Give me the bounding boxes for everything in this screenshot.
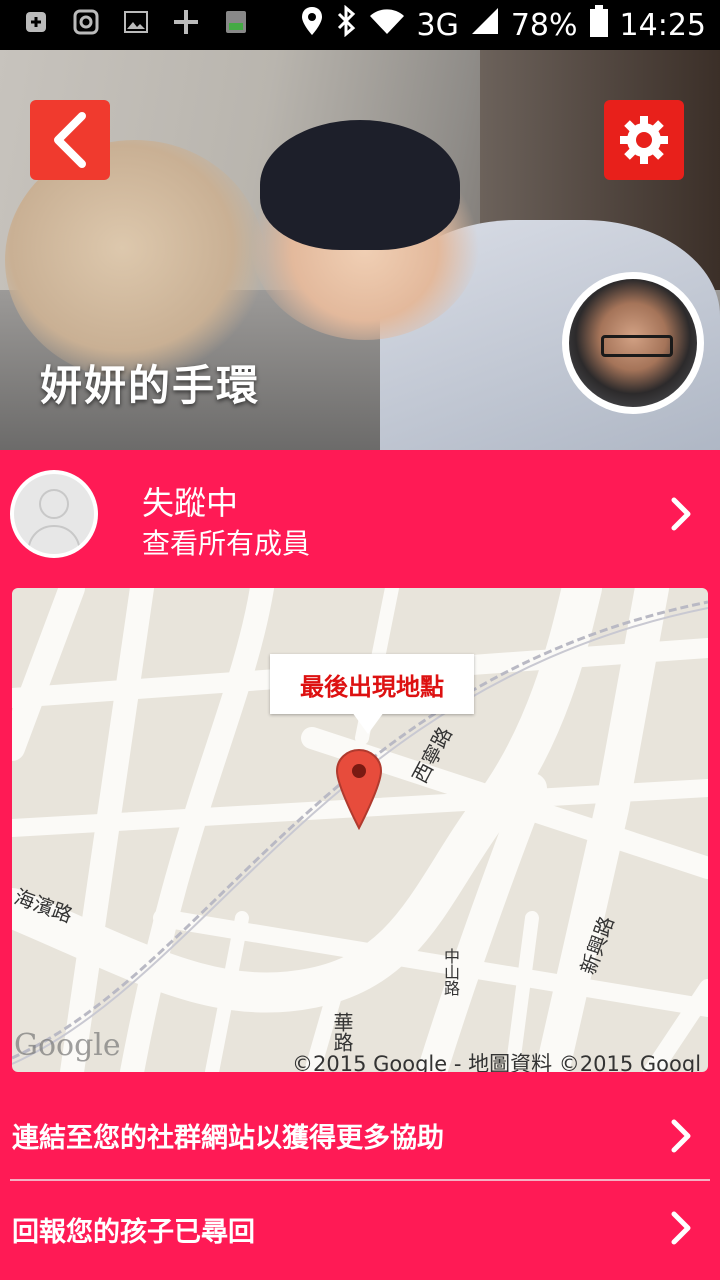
network-type: 3G <box>416 7 459 43</box>
report-found-label: 回報您的孩子已尋回 <box>12 1217 255 1248</box>
owner-avatar[interactable] <box>562 272 704 414</box>
member-avatar <box>10 470 98 558</box>
chevron-right-icon <box>666 1116 696 1156</box>
sim-3g-icon <box>222 8 250 36</box>
battery-percent: 78% <box>510 7 578 43</box>
gallery-icon <box>122 8 150 36</box>
hero-photo: 妍妍的手環 <box>0 50 720 450</box>
map-marker-icon[interactable] <box>335 748 383 830</box>
road-label: 中山路 <box>441 948 460 996</box>
status-bar: 3G 78% 14:25 <box>0 0 720 50</box>
settings-button[interactable] <box>604 100 684 180</box>
clock: 14:25 <box>619 7 706 43</box>
notification-plus-icon <box>22 8 50 36</box>
location-icon <box>301 6 323 44</box>
map-copyright: ©2015 Google - 地圖資料 ©2015 Googl <box>292 1052 702 1072</box>
bluetooth-icon <box>335 4 357 45</box>
member-status: 失蹤中 <box>142 484 239 522</box>
last-location-map[interactable]: 最後出現地點 西寧路 海濱路 中山路 新興路 華路 Google ©2015 G… <box>12 588 708 1072</box>
person-placeholder-icon <box>27 489 81 554</box>
page-title: 妍妍的手環 <box>40 361 261 410</box>
gear-icon <box>620 116 668 164</box>
google-logo: Google <box>14 1028 121 1063</box>
pinwheel-icon <box>172 8 200 36</box>
signal-icon <box>471 7 499 43</box>
back-button[interactable] <box>30 100 110 180</box>
divider <box>10 1179 710 1181</box>
view-all-members-link[interactable]: 查看所有成員 <box>142 522 310 562</box>
chevron-right-icon <box>666 494 696 534</box>
instagram-icon <box>72 8 100 36</box>
wifi-icon <box>369 7 405 43</box>
battery-icon <box>589 5 608 45</box>
connect-social-row[interactable]: 連結至您的社群網站以獲得更多協助 <box>0 1088 720 1184</box>
connect-social-label: 連結至您的社群網站以獲得更多協助 <box>12 1123 444 1154</box>
chevron-right-icon <box>666 1208 696 1248</box>
last-seen-callout: 最後出現地點 <box>270 654 474 714</box>
road-label: 華路 <box>330 1012 354 1052</box>
callout-tail <box>352 712 384 734</box>
report-found-row[interactable]: 回報您的孩子已尋回 <box>0 1182 720 1278</box>
chevron-left-icon <box>54 112 86 168</box>
member-status-row[interactable]: 失蹤中 查看所有成員 <box>0 450 720 580</box>
